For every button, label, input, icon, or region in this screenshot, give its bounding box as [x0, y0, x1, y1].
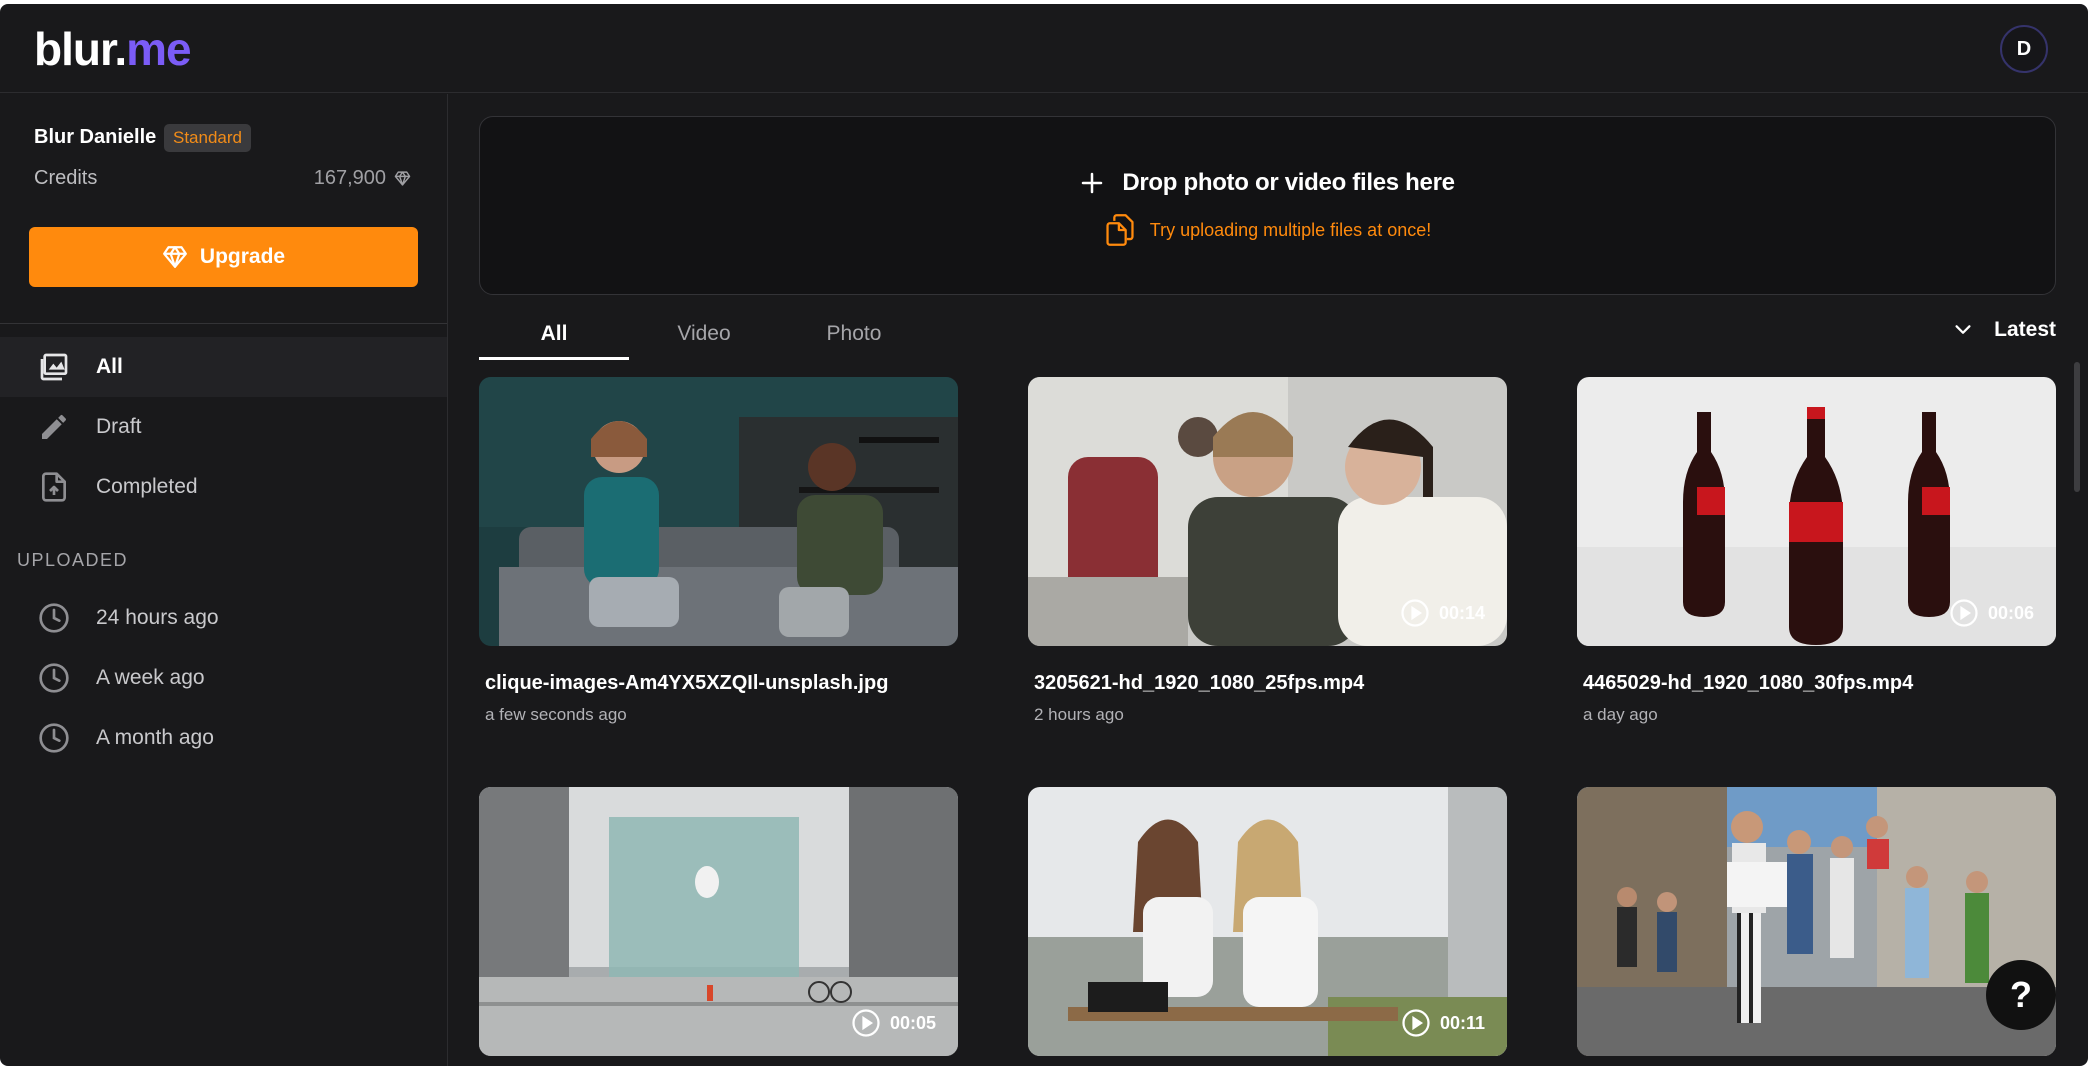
play-circle-icon [1401, 599, 1429, 627]
file-name: clique-images-Am4YX5XZQIl-unsplash.jpg [485, 672, 889, 694]
sidebar-item-label: Draft [96, 415, 142, 438]
video-duration: 00:11 [1401, 1008, 1485, 1038]
uploaded-section-title: UPLOADED [17, 550, 129, 570]
app-window: blur.me D Blur Danielle Standard Credits… [0, 4, 2088, 1066]
sidebar-item-all[interactable]: All [0, 337, 447, 397]
sidebar: Blur Danielle Standard Credits 167,900 U… [0, 94, 448, 1066]
file-thumbnail[interactable]: 00:14 [1028, 377, 1507, 646]
blurme-logo[interactable]: blur.me [34, 26, 192, 72]
dropzone-hint-text: Try uploading multiple files at once! [1149, 219, 1432, 240]
file-thumbnail[interactable]: 00:11 [1028, 787, 1507, 1056]
plan-badge: Standard [164, 124, 251, 152]
chevron-down-icon [1955, 325, 1971, 334]
file-name: 4465029-hd_1920_1080_30fps.mp4 [1583, 672, 1914, 694]
credits-label: Credits [34, 167, 98, 189]
video-duration: 00:06 [1949, 598, 2034, 628]
dropzone-title-text: Drop photo or video files here [1122, 169, 1455, 196]
file-upload-icon [38, 471, 70, 503]
file-card[interactable]: 00:14 3205621-hd_1920_1080_25fps.mp4 2 h… [1028, 377, 1507, 725]
upgrade-label: Upgrade [199, 245, 286, 268]
sidebar-divider [0, 323, 447, 324]
credits-amount: 167,900 [313, 167, 386, 189]
sort-label: Latest [1994, 318, 2056, 341]
play-circle-icon [1950, 599, 1978, 627]
upgrade-button[interactable]: Upgrade [29, 227, 418, 287]
tab-photo[interactable]: Photo [779, 312, 929, 360]
sidebar-item-24-hours[interactable]: 24 hours ago [0, 588, 447, 648]
file-card[interactable] [1577, 787, 2056, 1056]
tab-video[interactable]: Video [629, 312, 779, 360]
sidebar-item-month[interactable]: A month ago [0, 708, 447, 768]
user-name: Blur Danielle [34, 126, 157, 148]
sidebar-item-draft[interactable]: Draft [0, 397, 447, 457]
gallery-icon [38, 351, 70, 383]
file-thumbnail[interactable] [479, 377, 958, 646]
duration-text: 00:11 [1439, 1012, 1485, 1033]
play-circle-icon [852, 1009, 880, 1037]
file-thumbnail[interactable]: 00:06 [1577, 377, 2056, 646]
copy-files-icon [1106, 214, 1134, 246]
duration-text: 00:05 [889, 1012, 936, 1033]
user-avatar[interactable]: D [2000, 25, 2048, 73]
file-thumbnail[interactable] [1577, 787, 2056, 1056]
file-card[interactable]: 00:11 [1028, 787, 1507, 1056]
file-card[interactable]: clique-images-Am4YX5XZQIl-unsplash.jpg a… [479, 377, 958, 725]
video-duration: 00:14 [1400, 598, 1485, 628]
diamond-icon [394, 171, 411, 186]
plus-icon [1082, 172, 1103, 194]
clock-icon [38, 722, 70, 754]
tab-all[interactable]: All [479, 312, 629, 360]
sidebar-item-week[interactable]: A week ago [0, 648, 447, 708]
file-time: 2 hours ago [1034, 705, 1124, 724]
sidebar-item-completed[interactable]: Completed [0, 457, 447, 517]
diamond-icon [162, 246, 187, 268]
duration-text: 00:14 [1438, 602, 1485, 623]
top-bar: blur.me D [0, 4, 2088, 93]
video-duration: 00:05 [851, 1008, 936, 1038]
credits-value: 167,900 [314, 167, 411, 190]
sidebar-item-label: Completed [96, 475, 198, 498]
photo-thumbnail-image [479, 377, 958, 646]
clock-icon [38, 602, 70, 634]
photo-thumbnail-image [1577, 787, 2056, 1056]
scrollbar[interactable] [2074, 362, 2080, 492]
sort-dropdown[interactable]: Latest [1952, 318, 2056, 342]
help-button[interactable]: ? [1986, 960, 2056, 1030]
sidebar-item-label: 24 hours ago [96, 606, 219, 629]
dropzone-hint: Try uploading multiple files at once! [480, 213, 2055, 247]
file-thumbnail[interactable]: 00:05 [479, 787, 958, 1056]
sidebar-item-label: All [96, 355, 123, 378]
sidebar-item-label: A month ago [96, 726, 214, 749]
duration-text: 00:06 [1987, 602, 2034, 623]
play-circle-icon [1402, 1009, 1430, 1037]
file-time: a day ago [1583, 705, 1658, 724]
file-card[interactable]: 00:05 [479, 787, 958, 1056]
file-time: a few seconds ago [485, 705, 627, 724]
pencil-icon [38, 411, 70, 443]
file-card[interactable]: 00:06 4465029-hd_1920_1080_30fps.mp4 a d… [1577, 377, 2056, 725]
file-dropzone[interactable]: Drop photo or video files here Try uploa… [479, 116, 2056, 295]
main-content: Drop photo or video files here Try uploa… [448, 94, 2088, 1066]
dropzone-title: Drop photo or video files here [480, 169, 2055, 197]
file-name: 3205621-hd_1920_1080_25fps.mp4 [1034, 672, 1365, 694]
sidebar-item-label: A week ago [96, 666, 205, 689]
clock-icon [38, 662, 70, 694]
